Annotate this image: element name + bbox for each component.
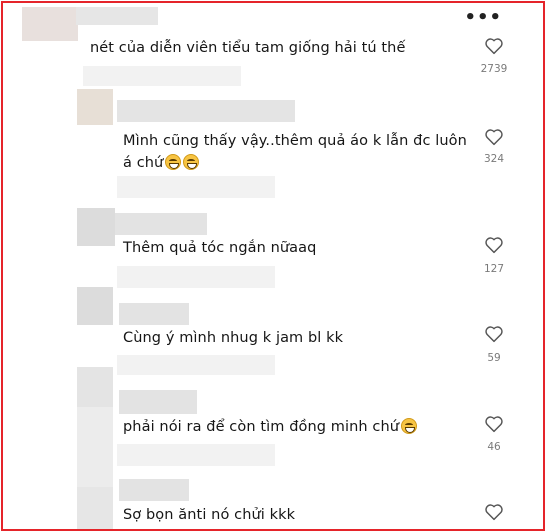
heart-outline-icon[interactable] (484, 415, 504, 433)
username-blurred[interactable] (119, 390, 197, 414)
avatar[interactable] (77, 208, 115, 246)
heart-outline-icon[interactable] (484, 325, 504, 343)
laughing-face-emoji-icon (401, 418, 418, 434)
username-blurred[interactable] (115, 213, 207, 235)
username-blurred[interactable] (117, 100, 295, 122)
avatar[interactable] (77, 89, 113, 125)
avatar[interactable] (22, 7, 78, 41)
comment-text: nét của diễn viên tiểu tam giống hải tú … (90, 40, 406, 56)
like-count: 46 (487, 441, 501, 453)
comment-text: Cùng ý mình nhug k jam bl kk (123, 330, 344, 346)
like-count: 324 (483, 153, 505, 165)
comments-panel: ••• nét của diễn viên tiểu tam giống hải… (1, 1, 545, 531)
username-blurred[interactable] (76, 7, 158, 25)
username-blurred[interactable] (119, 479, 189, 501)
reply-meta-blurred (117, 355, 275, 375)
heart-outline-icon[interactable] (484, 37, 504, 55)
more-options-icon[interactable]: ••• (464, 9, 502, 27)
comment-text: Mình cũng thấy vậy..thêm quả áo k lẫn đc… (123, 133, 467, 171)
comment-text: phải nói ra để còn tìm đồng minh chứ (123, 416, 418, 438)
username-blurred[interactable] (119, 303, 189, 325)
heart-outline-icon[interactable] (484, 128, 504, 146)
like-count: 2739 (480, 63, 508, 75)
reply-meta-blurred (117, 176, 275, 198)
heart-outline-icon[interactable] (484, 236, 504, 254)
like-count: 59 (487, 352, 501, 364)
avatar[interactable] (77, 487, 113, 529)
reply-meta-blurred (117, 444, 275, 466)
comment-text: Sợ bọn ănti nó chửi kkk (123, 507, 296, 523)
avatar[interactable] (77, 367, 113, 407)
heart-outline-icon[interactable] (484, 503, 504, 521)
avatar[interactable] (77, 407, 113, 487)
reply-meta-blurred (83, 66, 241, 86)
avatar[interactable] (77, 287, 113, 325)
grinning-face-emoji-icon (183, 154, 200, 170)
grinning-face-emoji-icon (165, 154, 182, 170)
like-count: 127 (483, 263, 505, 275)
comment-text: Thêm quả tóc ngắn nữaaq (123, 240, 317, 256)
reply-meta-blurred (117, 266, 275, 288)
